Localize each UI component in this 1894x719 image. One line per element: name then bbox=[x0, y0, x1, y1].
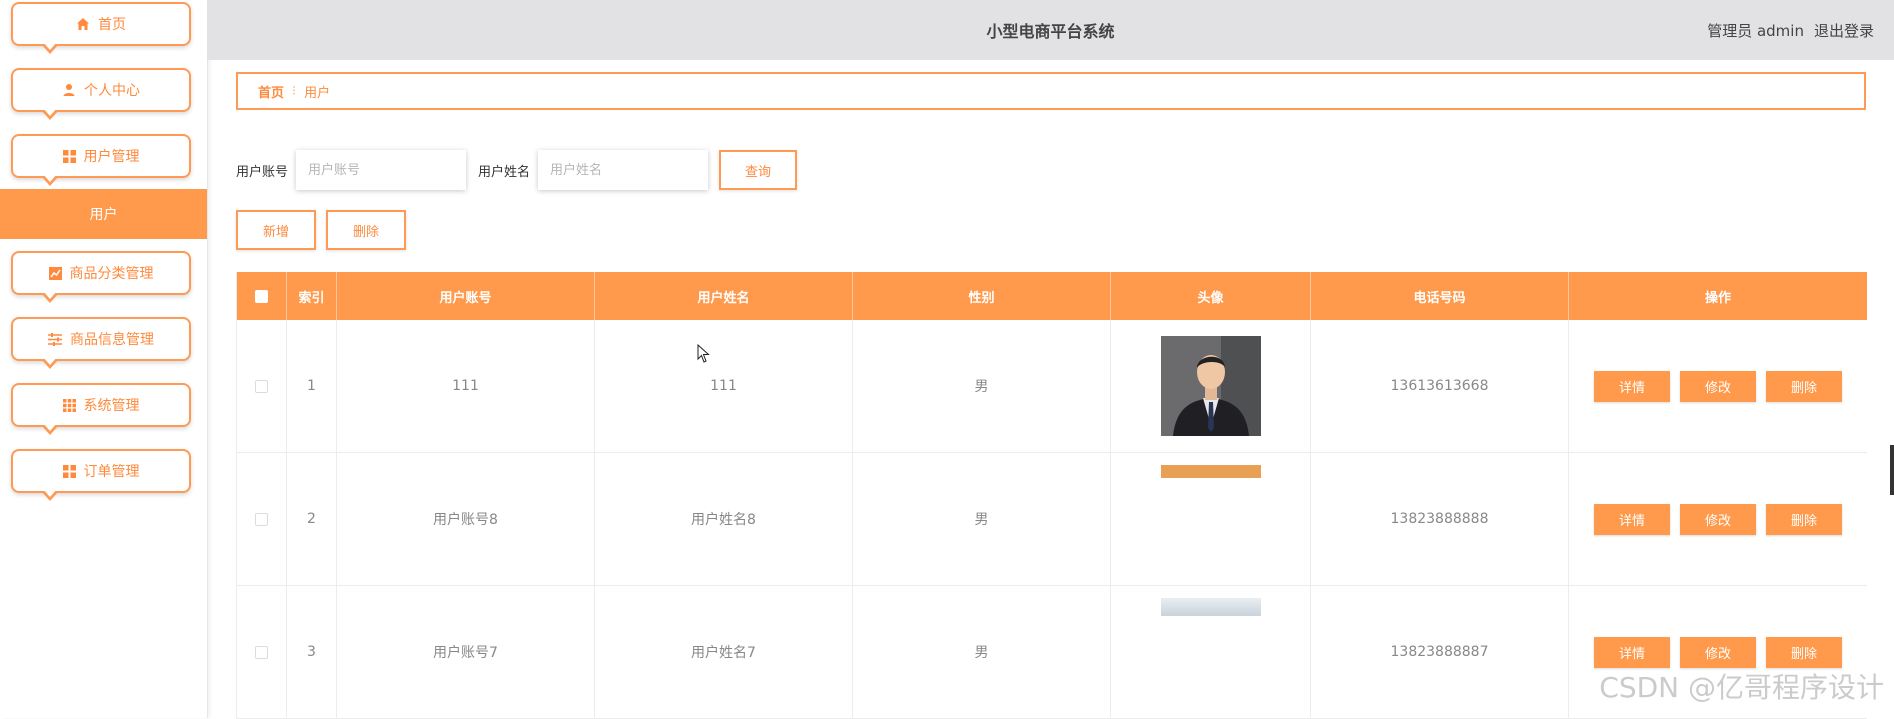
delete-button[interactable]: 删除 bbox=[1766, 370, 1842, 402]
row-account: 用户账号7 bbox=[337, 586, 595, 718]
sidebar-item-label: 系统管理 bbox=[83, 398, 140, 414]
row-account: 用户账号8 bbox=[337, 453, 595, 585]
account-label: 用户账号 bbox=[236, 164, 289, 180]
search-bar: 用户账号 用户姓名 查询 bbox=[236, 150, 798, 190]
column-header: 索引 bbox=[287, 272, 337, 320]
edit-button[interactable]: 修改 bbox=[1680, 636, 1756, 668]
sidebar-item-label: 用户管理 bbox=[83, 149, 140, 165]
sidebar-subitem-label: 用户 bbox=[89, 207, 118, 223]
add-button[interactable]: 新增 bbox=[236, 210, 316, 250]
row-phone: 13613613668 bbox=[1311, 320, 1569, 452]
name-label: 用户姓名 bbox=[478, 164, 531, 180]
avatar[interactable] bbox=[1160, 465, 1261, 478]
table-header: 索引 用户账号 用户姓名 性别 头像 电话号码 操作 bbox=[237, 272, 1867, 320]
column-header: 性别 bbox=[853, 272, 1111, 320]
table-row: 2 用户账号8 用户姓名8 男 13823888888 详情 修改 删除 bbox=[237, 453, 1867, 586]
edit-button[interactable]: 修改 bbox=[1680, 503, 1756, 535]
select-all-cell bbox=[237, 272, 287, 320]
column-header: 头像 bbox=[1111, 272, 1311, 320]
sidebar-item-label: 首页 bbox=[98, 17, 126, 33]
row-index: 3 bbox=[287, 586, 337, 718]
sidebar-item-label: 商品信息管理 bbox=[70, 332, 154, 348]
top-header: 小型电商平台系统 管理员 admin 退出登录 bbox=[207, 0, 1894, 60]
column-header: 用户姓名 bbox=[595, 272, 853, 320]
sidebar-subitem-user[interactable]: 用户 bbox=[0, 189, 207, 239]
avatar[interactable] bbox=[1160, 336, 1261, 436]
row-gender: 男 bbox=[853, 320, 1111, 452]
column-header: 电话号码 bbox=[1311, 272, 1569, 320]
logout-link[interactable]: 退出登录 bbox=[1814, 20, 1874, 41]
scrollbar-thumb[interactable] bbox=[1890, 445, 1894, 495]
user-table: 索引 用户账号 用户姓名 性别 头像 电话号码 操作 1 111 111 男 1… bbox=[236, 272, 1867, 719]
person-icon bbox=[62, 83, 76, 97]
table-row: 1 111 111 男 13613613668 详情 修改 删除 bbox=[237, 320, 1867, 453]
row-name: 用户姓名7 bbox=[595, 586, 853, 718]
user-area: 管理员 admin 退出登录 bbox=[1697, 0, 1874, 60]
sidebar-item-label: 个人中心 bbox=[84, 83, 140, 99]
grid-icon bbox=[62, 464, 76, 478]
detail-button[interactable]: 详情 bbox=[1594, 370, 1670, 402]
watermark: CSDN @亿哥程序设计 bbox=[1599, 671, 1884, 704]
avatar[interactable] bbox=[1160, 598, 1261, 616]
row-phone: 13823888887 bbox=[1311, 586, 1569, 718]
row-checkbox[interactable] bbox=[255, 645, 268, 659]
batch-delete-button[interactable]: 删除 bbox=[326, 210, 406, 250]
breadcrumb-home[interactable]: 首页 bbox=[258, 82, 284, 101]
app-title: 小型电商平台系统 bbox=[986, 22, 1115, 41]
sidebar-item-label: 商品分类管理 bbox=[69, 266, 154, 282]
home-icon bbox=[76, 17, 90, 31]
delete-button[interactable]: 删除 bbox=[1766, 636, 1842, 668]
sidebar-item-label: 订单管理 bbox=[83, 464, 140, 480]
row-phone: 13823888888 bbox=[1311, 453, 1569, 585]
mouse-cursor-icon bbox=[697, 344, 710, 363]
account-search-input[interactable] bbox=[296, 150, 467, 190]
row-index: 2 bbox=[287, 453, 337, 585]
sidebar-item-orders[interactable]: 订单管理 bbox=[11, 449, 191, 501]
breadcrumb: 首页 ⁝ 用户 bbox=[236, 72, 1866, 110]
sidebar: 首页 个人中心 用户管理 用户 商品分类管理 商品信息管理 系统管理 订单管理 bbox=[0, 0, 208, 718]
column-header: 用户账号 bbox=[337, 272, 595, 320]
row-gender: 男 bbox=[853, 453, 1111, 585]
detail-button[interactable]: 详情 bbox=[1594, 503, 1670, 535]
name-search-input[interactable] bbox=[538, 150, 709, 190]
sidebar-item-profile[interactable]: 个人中心 bbox=[11, 68, 191, 120]
breadcrumb-current: 用户 bbox=[304, 85, 331, 101]
current-user: 管理员 admin bbox=[1707, 21, 1804, 40]
sidebar-item-category[interactable]: 商品分类管理 bbox=[11, 251, 191, 303]
breadcrumb-separator: ⁝ bbox=[292, 83, 297, 99]
row-account: 111 bbox=[337, 320, 595, 452]
row-checkbox[interactable] bbox=[255, 512, 268, 526]
row-gender: 男 bbox=[853, 586, 1111, 718]
apps-icon bbox=[62, 398, 76, 412]
sidebar-item-user-management[interactable]: 用户管理 bbox=[11, 134, 191, 186]
row-name: 111 bbox=[595, 320, 853, 452]
row-index: 1 bbox=[287, 320, 337, 452]
row-name: 用户姓名8 bbox=[595, 453, 853, 585]
grid-icon bbox=[62, 149, 76, 163]
query-button[interactable]: 查询 bbox=[719, 150, 798, 190]
sidebar-item-product-info[interactable]: 商品信息管理 bbox=[11, 317, 191, 369]
column-header: 操作 bbox=[1704, 290, 1731, 306]
sidebar-item-home[interactable]: 首页 bbox=[11, 2, 191, 54]
select-all-checkbox[interactable] bbox=[255, 289, 268, 303]
sliders-icon bbox=[48, 332, 62, 346]
edit-button[interactable]: 修改 bbox=[1680, 370, 1756, 402]
chart-icon bbox=[48, 266, 62, 280]
sidebar-item-system[interactable]: 系统管理 bbox=[11, 383, 191, 435]
detail-button[interactable]: 详情 bbox=[1594, 636, 1670, 668]
row-checkbox[interactable] bbox=[255, 379, 268, 393]
delete-button[interactable]: 删除 bbox=[1766, 503, 1842, 535]
